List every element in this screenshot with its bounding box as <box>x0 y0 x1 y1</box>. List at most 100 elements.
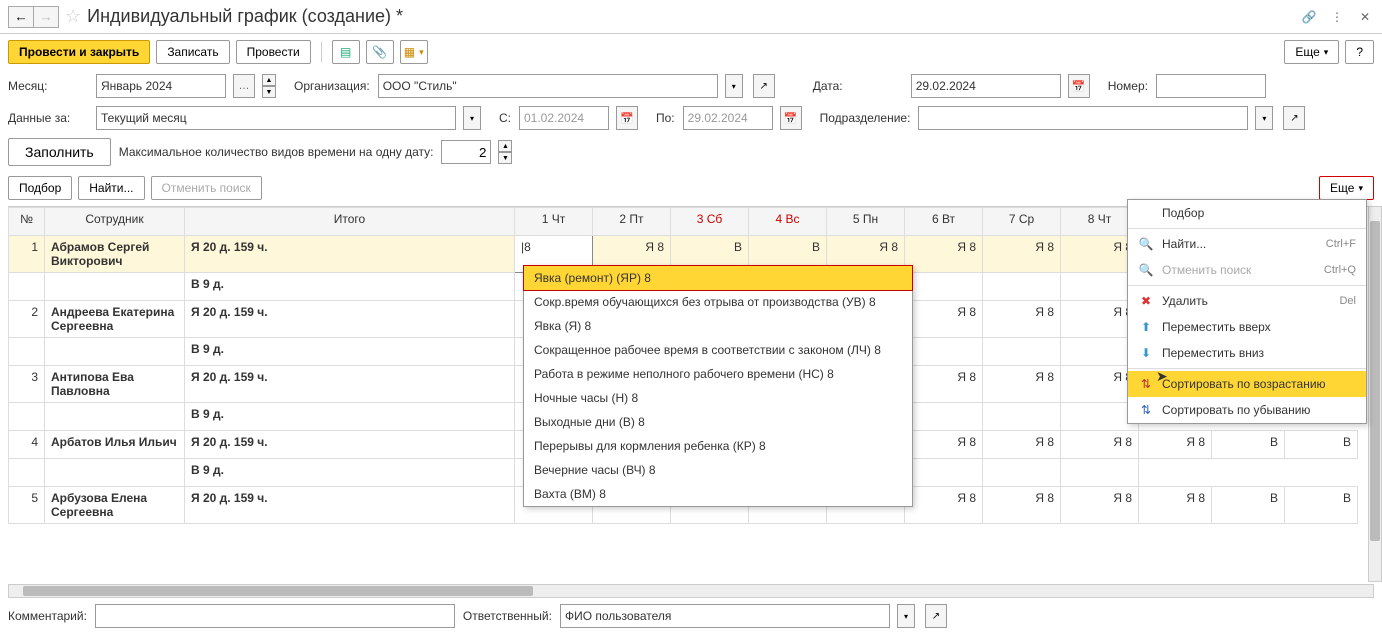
col-emp[interactable]: Сотрудник <box>45 208 185 236</box>
favorite-star-icon[interactable]: ☆ <box>65 6 81 27</box>
po-calendar-button[interactable]: 📅 <box>780 106 802 130</box>
col-d2[interactable]: 2 Пт <box>593 208 671 236</box>
data-za-input[interactable]: Текущий месяц <box>96 106 456 130</box>
cell-d7[interactable]: Я 8 <box>983 366 1061 403</box>
cell-d9[interactable]: Я 8 <box>1139 431 1212 459</box>
dropdown-item[interactable]: Сокр.время обучающихся без отрыва от про… <box>524 290 912 314</box>
org-input[interactable]: ООО "Стиль" <box>378 74 718 98</box>
help-button[interactable]: ? <box>1345 40 1374 64</box>
dropdown-item[interactable]: Вечерние часы (ВЧ) 8 <box>524 458 912 482</box>
cell-d7[interactable] <box>983 459 1061 487</box>
dropdown-item[interactable]: Явка (Я) 8 <box>524 314 912 338</box>
post-and-close-button[interactable]: Провести и закрыть <box>8 40 150 64</box>
cell-d8[interactable]: Я 8 <box>1061 487 1139 524</box>
cell-total[interactable]: Я 20 д. 159 ч. <box>185 236 515 273</box>
cell-d7[interactable] <box>983 403 1061 431</box>
podbor-button[interactable]: Подбор <box>8 176 72 200</box>
cell-emp[interactable]: Абрамов Сергей Викторович <box>45 236 185 273</box>
report-icon-button[interactable]: ▤ <box>332 40 360 64</box>
max-spin[interactable]: ▲▼ <box>498 140 512 164</box>
cell-d6[interactable] <box>905 459 983 487</box>
cell-total[interactable]: Я 20 д. 159 ч. <box>185 487 515 524</box>
max-input[interactable] <box>441 140 491 164</box>
cell-d10[interactable]: В <box>1212 431 1285 459</box>
cell-emp[interactable]: Антипова Ева Павловна <box>45 366 185 403</box>
v-scrollbar[interactable] <box>1368 206 1382 582</box>
cell-num[interactable] <box>9 273 45 301</box>
cell-emp[interactable] <box>45 403 185 431</box>
dropdown-item[interactable]: Явка (ремонт) (ЯР) 8 <box>523 265 913 291</box>
cell-total[interactable]: В 9 д. <box>185 273 515 301</box>
col-d4[interactable]: 4 Вс <box>749 208 827 236</box>
dropdown-item[interactable]: Ночные часы (Н) 8 <box>524 386 912 410</box>
cell-total[interactable]: Я 20 д. 159 ч. <box>185 366 515 403</box>
cell-num[interactable] <box>9 459 45 487</box>
h-scrollbar[interactable] <box>8 584 1374 598</box>
cell-d6[interactable] <box>905 338 983 366</box>
org-open-button[interactable]: ↗ <box>753 74 775 98</box>
cell-total[interactable]: Я 20 д. 159 ч. <box>185 431 515 459</box>
comment-input[interactable] <box>95 604 455 628</box>
attach-icon-button[interactable]: 📎 <box>366 40 394 64</box>
cell-d8[interactable]: Я 8 <box>1061 431 1139 459</box>
ctx-move-down[interactable]: ⬇Переместить вниз <box>1128 340 1366 366</box>
month-input[interactable]: Январь 2024 <box>96 74 226 98</box>
dropdown-item[interactable]: Перерывы для кормления ребенка (КР) 8 <box>524 434 912 458</box>
po-input[interactable]: 29.02.2024 <box>683 106 773 130</box>
time-type-dropdown[interactable]: Явка (ремонт) (ЯР) 8 Сокр.время обучающи… <box>523 265 913 507</box>
cell-num[interactable]: 5 <box>9 487 45 524</box>
nav-forward-button[interactable]: → <box>33 6 59 28</box>
cell-emp[interactable]: Арбатов Илья Ильич <box>45 431 185 459</box>
cell-total[interactable]: В 9 д. <box>185 459 515 487</box>
cell-d6[interactable]: Я 8 <box>905 487 983 524</box>
dropdown-item[interactable]: Вахта (ВМ) 8 <box>524 482 912 506</box>
cell-total[interactable]: В 9 д. <box>185 338 515 366</box>
cell-emp[interactable]: Андреева Екатерина Сергеевна <box>45 301 185 338</box>
month-spin[interactable]: ▲▼ <box>262 74 276 98</box>
cell-num[interactable] <box>9 403 45 431</box>
cell-d7[interactable]: Я 8 <box>983 431 1061 459</box>
cell-emp[interactable] <box>45 273 185 301</box>
context-menu[interactable]: Подбор 🔍Найти...Ctrl+F 🔍Отменить поискCt… <box>1127 199 1367 424</box>
ctx-sort-desc[interactable]: ⇅Сортировать по убыванию <box>1128 397 1366 423</box>
cell-d6[interactable]: Я 8 <box>905 301 983 338</box>
cell-d6[interactable] <box>905 273 983 301</box>
ctx-sort-asc[interactable]: ⇅Сортировать по возрастанию <box>1128 371 1366 397</box>
cell-num[interactable]: 4 <box>9 431 45 459</box>
podr-input[interactable] <box>918 106 1248 130</box>
col-d1[interactable]: 1 Чт <box>515 208 593 236</box>
resp-open-button[interactable]: ↗ <box>925 604 947 628</box>
ctx-find[interactable]: 🔍Найти...Ctrl+F <box>1128 231 1366 257</box>
cell-d6[interactable] <box>905 403 983 431</box>
cell-total[interactable]: В 9 д. <box>185 403 515 431</box>
table-more-button[interactable]: Еще <box>1319 176 1374 200</box>
cell-d6[interactable]: Я 8 <box>905 431 983 459</box>
cell-d11[interactable]: В <box>1285 487 1358 524</box>
date-calendar-button[interactable]: 📅 <box>1068 74 1090 98</box>
month-ellipsis-button[interactable]: … <box>233 74 255 98</box>
nomer-input[interactable] <box>1156 74 1266 98</box>
cell-d10[interactable]: В <box>1212 487 1285 524</box>
podr-dropdown-button[interactable]: ▾ <box>1255 106 1273 130</box>
cell-d6[interactable]: Я 8 <box>905 236 983 273</box>
post-button[interactable]: Провести <box>236 40 311 64</box>
nav-back-button[interactable]: ← <box>8 6 34 28</box>
cell-d11[interactable]: В <box>1285 431 1358 459</box>
create-from-button[interactable]: ▦ <box>400 40 428 64</box>
data-za-dropdown-button[interactable]: ▾ <box>463 106 481 130</box>
link-icon[interactable]: 🔗 <box>1300 8 1318 26</box>
cell-num[interactable]: 2 <box>9 301 45 338</box>
ctx-podbor[interactable]: Подбор <box>1128 200 1366 226</box>
ctx-move-up[interactable]: ⬆Переместить вверх <box>1128 314 1366 340</box>
resp-input[interactable]: ФИО пользователя <box>560 604 890 628</box>
cell-d6[interactable]: Я 8 <box>905 366 983 403</box>
date-input[interactable]: 29.02.2024 <box>911 74 1061 98</box>
cell-d7[interactable]: Я 8 <box>983 236 1061 273</box>
cell-num[interactable]: 1 <box>9 236 45 273</box>
col-d6[interactable]: 6 Вт <box>905 208 983 236</box>
col-total[interactable]: Итого <box>185 208 515 236</box>
kebab-menu-icon[interactable]: ⋮ <box>1328 8 1346 26</box>
cell-emp[interactable]: Арбузова Елена Сергеевна <box>45 487 185 524</box>
cell-d8[interactable] <box>1061 459 1139 487</box>
cell-d7[interactable]: Я 8 <box>983 487 1061 524</box>
